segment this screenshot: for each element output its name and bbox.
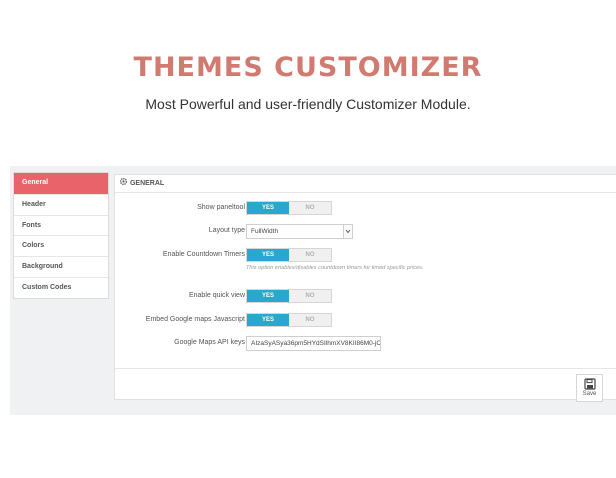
hero-subtitle: Most Powerful and user-friendly Customiz… <box>145 96 471 112</box>
quick-view-yes[interactable]: YES <box>247 290 289 302</box>
countdown-help-text: This option enables/disables countdown t… <box>246 265 424 271</box>
google-maps-js-yes[interactable]: YES <box>247 314 289 326</box>
google-maps-js-no[interactable]: NO <box>289 314 331 326</box>
show-paneltool-no[interactable]: NO <box>289 202 331 214</box>
sidebar-item-header[interactable]: Header <box>14 193 108 215</box>
sidebar-item-general[interactable]: General <box>14 173 108 194</box>
floppy-disk-icon <box>583 378 596 390</box>
gear-icon <box>119 177 128 186</box>
customizer-screenshot: General Header Fonts Colors Background C… <box>10 166 616 415</box>
panel-heading-label: GENERAL <box>129 180 165 187</box>
google-maps-key-label: Google Maps API keys <box>174 339 245 346</box>
hero-title: THEMES CUSTOMIZER <box>133 52 483 83</box>
general-panel: GENERAL Show paneltool YES NO Layout typ… <box>114 174 616 402</box>
google-maps-key-input[interactable]: AIzaSyASya36pm5HYdSIlhmXV8KII86M0-jC <box>246 336 381 351</box>
google-maps-js-label: Embed Google maps Javascript <box>145 316 245 323</box>
google-maps-js-toggle[interactable]: YES NO <box>246 313 332 327</box>
panel-footer-divider <box>115 368 616 369</box>
show-paneltool-label: Show paneltool <box>197 204 245 211</box>
quick-view-label: Enable quick view <box>188 292 245 299</box>
show-paneltool-yes[interactable]: YES <box>247 202 289 214</box>
quick-view-toggle[interactable]: YES NO <box>246 289 332 303</box>
sidebar-item-fonts[interactable]: Fonts <box>14 214 108 236</box>
save-button[interactable]: Save <box>576 374 603 402</box>
layout-type-select[interactable]: FullWidth <box>246 224 353 239</box>
layout-type-label: Layout type <box>208 227 245 234</box>
sidebar-nav: General Header Fonts Colors Background C… <box>13 172 109 299</box>
chevron-down-icon <box>343 225 352 238</box>
countdown-label: Enable Countdown Timers <box>162 251 245 258</box>
show-paneltool-toggle[interactable]: YES NO <box>246 201 332 215</box>
save-button-label: Save <box>582 391 597 397</box>
countdown-no[interactable]: NO <box>289 249 331 261</box>
layout-type-value: FullWidth <box>251 228 279 235</box>
countdown-yes[interactable]: YES <box>247 249 289 261</box>
sidebar-item-custom-codes[interactable]: Custom Codes <box>14 276 108 298</box>
quick-view-no[interactable]: NO <box>289 290 331 302</box>
sidebar-item-background[interactable]: Background <box>14 256 108 277</box>
panel-heading: GENERAL <box>115 175 616 193</box>
countdown-toggle[interactable]: YES NO <box>246 248 332 262</box>
sidebar-item-colors[interactable]: Colors <box>14 235 108 256</box>
